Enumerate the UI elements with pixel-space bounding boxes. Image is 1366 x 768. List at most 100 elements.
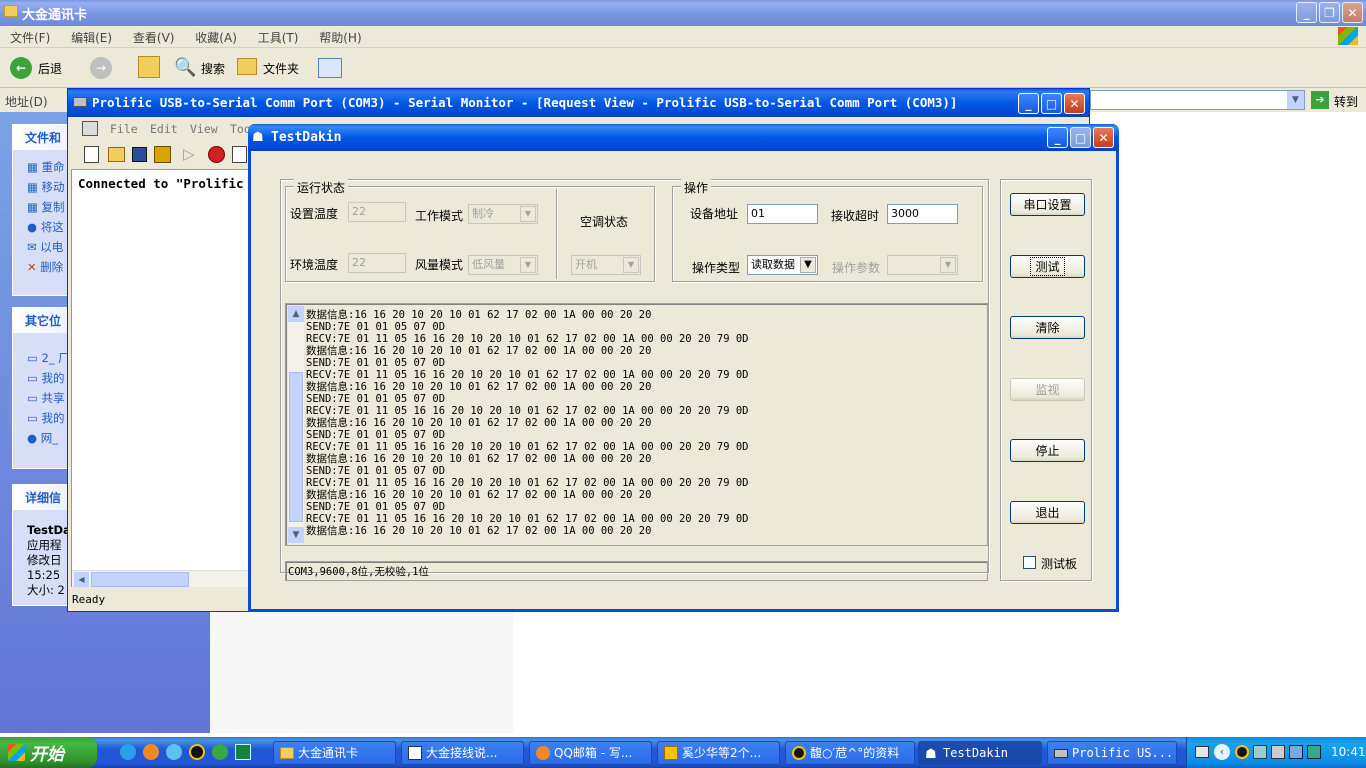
back-arrow-icon[interactable]: ← [10, 57, 32, 79]
horizontal-scrollbar[interactable]: ◀ [72, 570, 250, 587]
device-address-label: 设备地址 [690, 207, 739, 221]
scroll-left-icon[interactable]: ◀ [74, 572, 89, 587]
menu-file[interactable]: File [110, 122, 138, 136]
start-button[interactable]: 开始 [0, 737, 97, 768]
port-settings-button[interactable]: 串口设置 [1010, 193, 1085, 216]
minimize-icon[interactable]: _ [1296, 2, 1317, 23]
shield-icon[interactable] [1307, 745, 1321, 759]
log-line: RECV:7E 01 11 05 16 16 20 10 20 10 01 62… [306, 333, 749, 345]
qq-icon[interactable] [189, 744, 205, 760]
maximize-icon[interactable]: □ [1041, 93, 1062, 114]
new-file-icon[interactable] [84, 146, 99, 163]
serial-monitor-title-bar[interactable]: Prolific USB-to-Serial Comm Port (COM3) … [68, 89, 1089, 117]
menu-help[interactable]: 帮助(H) [319, 31, 361, 45]
test-button[interactable]: 测试 [1010, 255, 1085, 278]
log-line: SEND:7E 01 01 05 07 0D [306, 465, 446, 477]
minimize-icon[interactable]: _ [1047, 127, 1068, 148]
go-button[interactable]: 转到 [1334, 93, 1358, 110]
close-icon[interactable]: ✕ [1064, 93, 1085, 114]
test-board-checkbox[interactable] [1023, 556, 1036, 569]
serial-monitor-request-view[interactable]: Connected to "Prolific ◀ [71, 169, 251, 587]
minimize-icon[interactable]: _ [1018, 93, 1039, 114]
monitor-button: 监视 [1010, 378, 1085, 401]
up-folder-icon[interactable] [138, 56, 160, 78]
document-icon[interactable] [82, 121, 98, 136]
stop-button[interactable]: 停止 [1010, 439, 1085, 462]
menu-edit[interactable]: Edit [150, 122, 178, 136]
task-item-profile[interactable]: 馥○′苊^°的资料 [785, 741, 915, 765]
network-icon[interactable] [1253, 745, 1267, 759]
system-tray: ‹ 10:41 [1186, 737, 1366, 768]
qq-tray-icon[interactable] [1235, 745, 1249, 759]
ie-icon[interactable] [120, 744, 136, 760]
testdakin-title-bar[interactable]: ☗ TestDakin _ □ ✕ [248, 124, 1119, 151]
chevron-down-icon[interactable]: ▼ [1287, 91, 1304, 109]
menu-tools[interactable]: 工具(T) [258, 31, 299, 45]
back-button[interactable]: 后退 [38, 60, 62, 77]
folders-button[interactable]: 文件夹 [263, 60, 299, 77]
folders-icon[interactable] [237, 58, 257, 75]
receive-timeout-input[interactable]: 3000 [887, 204, 958, 224]
save-icon[interactable] [132, 147, 147, 162]
monitor-icon[interactable] [1289, 745, 1303, 759]
task-item-serial-monitor[interactable]: Prolific US... [1047, 741, 1177, 765]
views-icon[interactable] [318, 58, 342, 78]
keyboard-icon[interactable] [1195, 746, 1209, 758]
task-item-explorer[interactable]: 大金通讯卡 [273, 741, 396, 765]
forward-arrow-icon[interactable]: → [90, 57, 112, 79]
clock[interactable]: 10:41 [1331, 745, 1366, 759]
receive-timeout-label: 接收超时 [831, 209, 880, 223]
chevron-down-icon: ▼ [520, 206, 536, 222]
menu-view[interactable]: View [190, 122, 218, 136]
exit-button[interactable]: 退出 [1010, 501, 1085, 524]
status-text: Ready [72, 593, 106, 606]
address-input[interactable]: ▼ [1090, 90, 1305, 110]
vertical-scrollbar[interactable]: ▲ ▼ [288, 306, 304, 543]
search-icon[interactable]: 🔍 [174, 57, 196, 78]
restore-icon[interactable]: ❐ [1319, 2, 1340, 23]
explorer-menubar: 文件(F) 编辑(E) 查看(V) 收藏(A) 工具(T) 帮助(H) [0, 26, 1366, 48]
package-icon[interactable] [154, 146, 171, 163]
clear-button[interactable]: 清除 [1010, 316, 1085, 339]
menu-file[interactable]: 文件(F) [10, 31, 50, 45]
menu-favorites[interactable]: 收藏(A) [195, 31, 237, 45]
folder-icon: ▭ [27, 351, 42, 365]
detail-type: 应用程 [27, 538, 62, 552]
quick-launch [118, 744, 268, 762]
rename-icon: ▦ [27, 160, 42, 174]
task-item-qqmail[interactable]: QQ邮箱 - 写... [529, 741, 652, 765]
close-icon[interactable]: ✕ [1342, 2, 1363, 23]
scroll-up-icon[interactable]: ▲ [288, 306, 304, 322]
clipboard-icon[interactable] [232, 146, 247, 163]
excel-icon[interactable] [235, 744, 251, 760]
set-temp-field: 22 [348, 202, 406, 222]
close-icon[interactable]: ✕ [1093, 127, 1114, 148]
menu-view[interactable]: 查看(V) [133, 31, 175, 45]
chevron-down-icon[interactable]: ▼ [800, 257, 816, 273]
stop-icon[interactable] [208, 146, 225, 163]
volume-icon[interactable] [1271, 745, 1285, 759]
scroll-down-icon[interactable]: ▼ [288, 527, 304, 543]
task-item-chat[interactable]: 奚少华等2个... [657, 741, 780, 765]
scrollbar-thumb[interactable] [91, 572, 189, 587]
task-item-testdakin[interactable]: ☗ TestDakin [918, 741, 1042, 765]
op-type-value: 读取数据 [751, 258, 795, 271]
log-box[interactable]: ▲ ▼ 数据信息:16 16 20 10 20 10 01 62 17 02 0… [285, 303, 988, 546]
go-arrow-icon[interactable]: ➔ [1311, 91, 1329, 109]
explorer-title-bar[interactable]: 大金通讯卡 _ ❐ ✕ [0, 0, 1366, 26]
play-icon[interactable]: ▷ [183, 145, 195, 163]
op-type-select[interactable]: 读取数据 ▼ [747, 255, 818, 275]
security-icon[interactable] [212, 744, 228, 760]
search-button[interactable]: 搜索 [201, 60, 225, 77]
firefox-icon[interactable] [143, 744, 159, 760]
device-address-input[interactable]: 01 [747, 204, 818, 224]
chrome-icon[interactable] [166, 744, 182, 760]
open-folder-icon[interactable] [108, 147, 125, 162]
log-line: 数据信息:16 16 20 10 20 10 01 62 17 02 00 1A… [306, 453, 652, 465]
task-item-word[interactable]: 大金接线说... [401, 741, 524, 765]
collapse-tray-icon[interactable]: ‹ [1214, 744, 1230, 760]
dialog-body: 运行状态 设置温度 22 工作模式 制冷 ▼ 空调状态 环境温度 22 风量模式… [251, 151, 1116, 609]
scrollbar-thumb[interactable] [289, 372, 303, 522]
menu-edit[interactable]: 编辑(E) [71, 31, 112, 45]
env-temp-field: 22 [348, 253, 406, 273]
